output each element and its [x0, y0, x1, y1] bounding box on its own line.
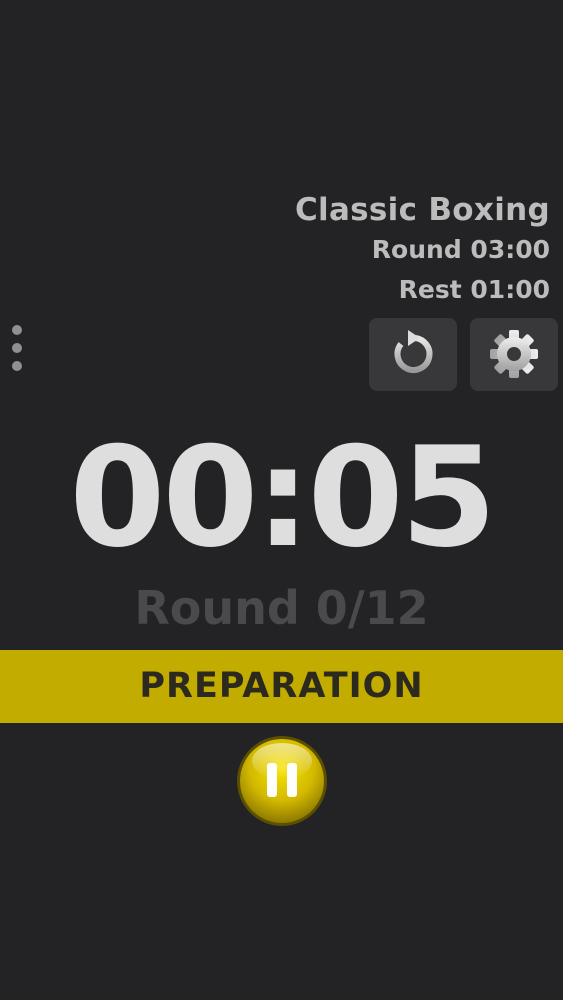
more-menu-icon[interactable]	[7, 323, 27, 375]
menu-dot	[12, 343, 22, 353]
reset-icon	[394, 330, 433, 373]
menu-dot	[12, 325, 22, 335]
round-duration: Round 03:00	[371, 235, 550, 264]
settings-button[interactable]	[470, 318, 558, 391]
menu-dot	[12, 361, 22, 371]
pause-icon	[237, 736, 327, 826]
rest-duration: Rest 01:00	[398, 275, 550, 304]
workout-title: Classic Boxing	[294, 192, 550, 228]
round-counter: Round 0/12	[134, 581, 429, 635]
countdown-timer: 00:05	[69, 417, 496, 578]
phase-banner: PREPARATION	[0, 650, 563, 723]
pause-button[interactable]	[236, 735, 328, 827]
reset-button[interactable]	[369, 318, 457, 391]
workout-info: Classic Boxing Round 03:00 Rest 01:00	[295, 190, 550, 310]
gear-icon	[490, 330, 538, 378]
